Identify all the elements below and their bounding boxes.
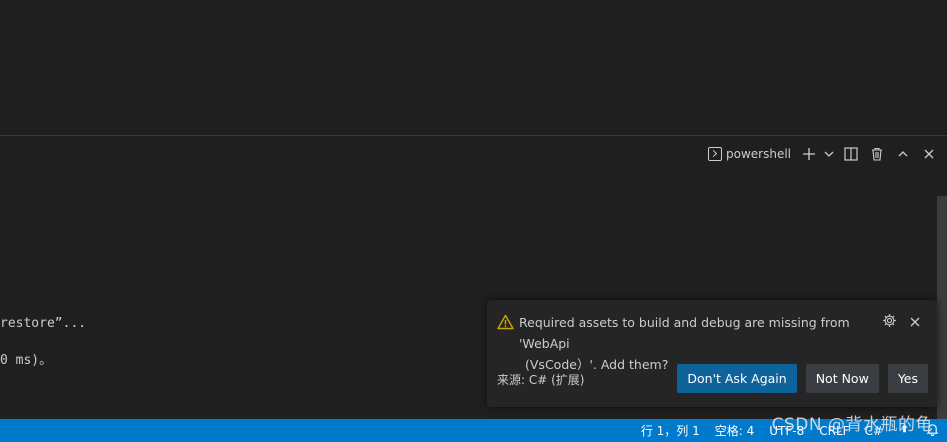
- chevron-down-icon: [824, 151, 834, 157]
- notification-source: 来源: C# (扩展): [497, 373, 585, 387]
- split-terminal-icon: [844, 147, 858, 161]
- gear-icon: [883, 314, 896, 327]
- notification-settings-button[interactable]: [882, 313, 897, 332]
- notification-text-line1: Required assets to build and debug are m…: [519, 315, 850, 351]
- dont-ask-again-button[interactable]: Don't Ask Again: [677, 364, 797, 393]
- terminal-icon: [708, 147, 722, 161]
- editor-area: [0, 0, 947, 136]
- notification-close-button[interactable]: [909, 313, 921, 332]
- maximize-panel-button[interactable]: [893, 144, 913, 164]
- terminal-dropdown-button[interactable]: [823, 144, 835, 164]
- new-terminal-button[interactable]: [801, 144, 817, 164]
- cursor-position[interactable]: 行 1，列 1: [641, 422, 700, 439]
- indentation[interactable]: 空格: 4: [715, 422, 755, 439]
- warning-icon: [497, 314, 517, 375]
- trash-icon: [872, 147, 882, 161]
- close-panel-button[interactable]: [919, 144, 939, 164]
- split-terminal-button[interactable]: [841, 144, 861, 164]
- terminal-line: restore”...: [0, 316, 87, 331]
- close-icon: [910, 317, 920, 327]
- notification-toast: Required assets to build and debug are m…: [487, 300, 937, 407]
- yes-button[interactable]: Yes: [887, 364, 928, 393]
- watermark: CSDN @背水瓶的龟: [771, 415, 933, 435]
- terminal-scrollbar[interactable]: [937, 196, 947, 419]
- kill-terminal-button[interactable]: [867, 144, 887, 164]
- not-now-button[interactable]: Not Now: [805, 364, 879, 393]
- close-icon: [924, 149, 934, 159]
- terminal-line: 0 ms)。: [0, 353, 53, 368]
- plus-icon: [803, 148, 815, 160]
- chevron-up-icon: [898, 151, 908, 157]
- terminal-name: powershell: [726, 147, 791, 161]
- terminal-selector[interactable]: powershell: [704, 144, 795, 164]
- notification-actions: Don't Ask Again Not Now Yes: [677, 364, 928, 393]
- panel-toolbar: powershell: [704, 144, 939, 164]
